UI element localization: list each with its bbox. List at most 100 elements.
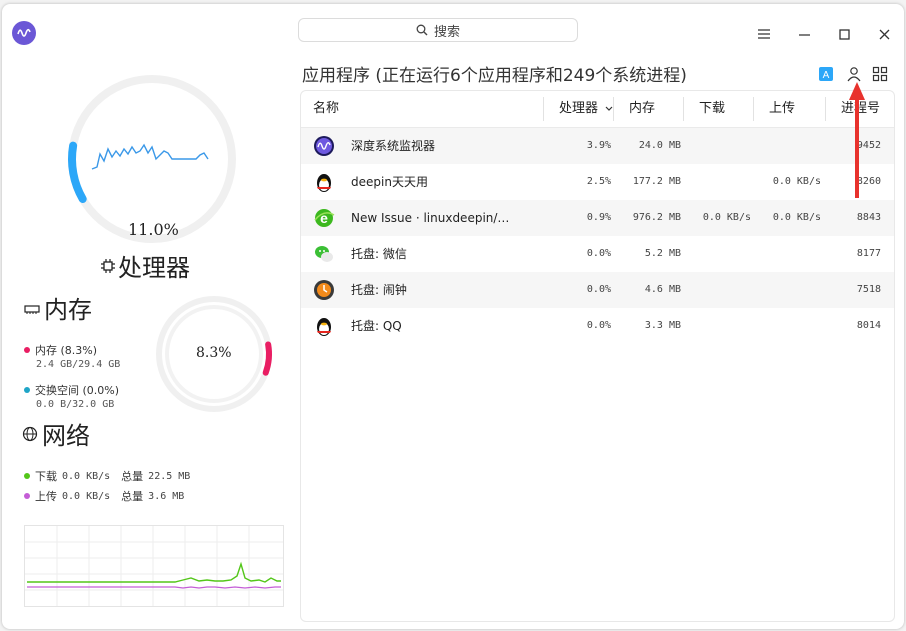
column-header-download[interactable]: 下载 bbox=[699, 91, 725, 127]
qq-penguin-icon bbox=[317, 318, 331, 336]
table-row[interactable]: 深度系统监视器 3.9% 24.0 MB 9452 bbox=[301, 128, 894, 164]
deepin-monitor-icon bbox=[314, 136, 334, 156]
process-upload: 0.0 KB/s bbox=[772, 212, 821, 223]
column-header-cpu-label: 处理器 bbox=[559, 101, 599, 116]
cpu-history-line bbox=[91, 143, 209, 170]
process-cpu: 0.0% bbox=[586, 320, 611, 331]
upload-dot bbox=[24, 493, 30, 499]
column-header-upload[interactable]: 上传 bbox=[769, 91, 795, 127]
process-memory: 177.2 MB bbox=[632, 176, 681, 187]
network-history-chart bbox=[24, 525, 284, 607]
search-placeholder: 搜索 bbox=[433, 24, 460, 40]
maximize-button[interactable] bbox=[832, 22, 856, 46]
process-download bbox=[681, 236, 751, 272]
process-cpu: 2.5% bbox=[586, 176, 611, 187]
network-title-text: 网络 bbox=[42, 422, 90, 450]
memory-section-title: 内存 bbox=[24, 290, 92, 325]
upload-label: 上传 bbox=[35, 490, 57, 503]
upload-speed: 0.0 KB/s bbox=[62, 490, 111, 502]
process-memory: 3.3 MB bbox=[644, 320, 681, 331]
minimize-button[interactable] bbox=[792, 22, 816, 46]
process-upload bbox=[751, 128, 821, 164]
swap-legend: 交换空间 (0.0%) bbox=[24, 382, 119, 398]
column-divider bbox=[753, 97, 754, 121]
resource-summary-panel: 11.0% 处理器 内存 内存 (8.3%) 2.4 GB/29.4 GB 交换… bbox=[2, 44, 302, 629]
app-view-icon: A bbox=[819, 67, 833, 81]
upload-total: 3.6 MB bbox=[148, 490, 185, 502]
process-table: 名称 处理器 内存 下载 上传 进程号 深度系统监视器 3.9% 24.0 MB… bbox=[300, 90, 895, 622]
browser-e-icon: e bbox=[314, 209, 335, 227]
process-name: 托盘: 微信 bbox=[351, 247, 407, 261]
table-row[interactable]: 托盘: 闹钟 0.0% 4.6 MB 7518 bbox=[301, 272, 894, 308]
sort-descending-icon bbox=[605, 106, 613, 111]
process-download bbox=[681, 308, 751, 344]
process-pid: 7518 bbox=[856, 284, 881, 295]
process-pid: 8177 bbox=[856, 248, 881, 259]
memory-detail: 2.4 GB/29.4 GB bbox=[36, 359, 121, 370]
download-dot bbox=[24, 473, 30, 479]
system-monitor-window: 搜索 11.0% 处理器 内存 内存 (8.3%) 2.4 GB/29.4 GB… bbox=[2, 4, 904, 629]
process-cpu: 0.9% bbox=[586, 212, 611, 223]
upload-history-line bbox=[27, 586, 281, 589]
system-process-view-button[interactable] bbox=[870, 64, 890, 84]
swap-legend-label: 交换空间 (0.0%) bbox=[35, 384, 120, 397]
close-button[interactable] bbox=[872, 22, 896, 46]
cpu-usage-value: 11.0% bbox=[128, 220, 179, 239]
column-divider bbox=[825, 97, 826, 121]
download-speed: 0.0 KB/s bbox=[62, 470, 111, 482]
table-row[interactable]: 托盘: QQ 0.0% 3.3 MB 8014 bbox=[301, 308, 894, 344]
process-download: 0.0 KB/s bbox=[702, 212, 751, 223]
process-cpu: 0.0% bbox=[586, 284, 611, 295]
annotation-arrow bbox=[849, 82, 865, 198]
cpu-section-title: 处理器 bbox=[100, 248, 190, 283]
main-menu-button[interactable] bbox=[752, 22, 776, 46]
process-name: 深度系统监视器 bbox=[351, 139, 436, 153]
hamburger-menu-icon bbox=[758, 29, 770, 39]
network-section-title: 网络 bbox=[22, 416, 90, 451]
process-pid: 8014 bbox=[856, 320, 881, 331]
app-logo-icon bbox=[12, 21, 36, 45]
table-row[interactable]: e New Issue · linuxdeepin/… 0.9% 976.2 M… bbox=[301, 200, 894, 236]
memory-legend-label: 内存 (8.3%) bbox=[35, 344, 98, 357]
minimize-icon bbox=[798, 33, 810, 36]
user-process-view-button[interactable] bbox=[844, 64, 864, 84]
memory-usage-arc bbox=[262, 341, 272, 376]
process-upload bbox=[751, 272, 821, 308]
memory-dot bbox=[24, 347, 30, 353]
column-header-cpu[interactable]: 处理器 bbox=[559, 91, 613, 127]
download-stat: 下载 0.0 KB/s 总量 22.5 MB bbox=[24, 468, 190, 484]
app-view-button[interactable]: A bbox=[816, 64, 836, 84]
user-icon bbox=[847, 67, 861, 82]
process-upload bbox=[751, 236, 821, 272]
process-pid: 8843 bbox=[856, 212, 881, 223]
download-label: 下载 bbox=[35, 470, 57, 483]
download-total-label: 总量 bbox=[121, 470, 144, 483]
swap-dot bbox=[24, 387, 30, 393]
process-name: 托盘: QQ bbox=[351, 319, 402, 333]
process-memory: 5.2 MB bbox=[644, 248, 681, 259]
column-header-memory[interactable]: 内存 bbox=[629, 91, 655, 127]
column-divider bbox=[683, 97, 684, 121]
upload-stat: 上传 0.0 KB/s 总量 3.6 MB bbox=[24, 488, 184, 504]
search-icon bbox=[416, 24, 428, 36]
grid-view-icon bbox=[872, 66, 888, 82]
column-divider bbox=[543, 97, 544, 121]
process-memory: 4.6 MB bbox=[644, 284, 681, 295]
process-upload bbox=[751, 308, 821, 344]
search-input[interactable]: 搜索 bbox=[298, 18, 578, 42]
qq-penguin-icon bbox=[317, 174, 331, 192]
alarm-clock-icon bbox=[314, 280, 334, 300]
process-memory: 976.2 MB bbox=[632, 212, 681, 223]
column-divider bbox=[613, 97, 614, 121]
cpu-title-text: 处理器 bbox=[118, 254, 190, 282]
process-download bbox=[681, 128, 751, 164]
applications-title: 应用程序 (正在运行6个应用程序和249个系统进程) bbox=[302, 66, 687, 86]
process-name: New Issue · linuxdeepin/… bbox=[351, 211, 510, 225]
maximize-icon bbox=[838, 28, 850, 40]
table-row[interactable]: 托盘: 微信 0.0% 5.2 MB 8177 bbox=[301, 236, 894, 272]
process-cpu: 3.9% bbox=[586, 140, 611, 151]
swap-detail: 0.0 B/32.0 GB bbox=[36, 399, 115, 410]
column-header-name[interactable]: 名称 bbox=[313, 91, 339, 127]
table-row[interactable]: deepin天天用 2.5% 177.2 MB 0.0 KB/s 8260 bbox=[301, 164, 894, 200]
process-download bbox=[681, 272, 751, 308]
